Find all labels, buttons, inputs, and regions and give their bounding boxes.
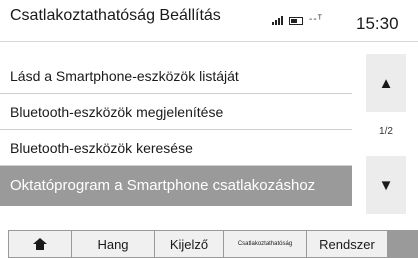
down-arrow-icon: ▼ — [378, 176, 394, 194]
list-item-smartphone-list[interactable]: Lásd a Smartphone-eszközök listáját — [0, 58, 352, 94]
tab-sound[interactable]: Hang — [72, 231, 154, 257]
tab-display[interactable]: Kijelző — [155, 231, 223, 257]
tab-connectivity[interactable]: Csatlakoztathatóság — [224, 231, 306, 257]
header-bar: Csatlakoztathatóság Beállítás --ᵀ 15:30 — [0, 0, 418, 50]
tab-system[interactable]: Rendszer — [307, 231, 387, 257]
menu-list: Lásd a Smartphone-eszközök listáját Blue… — [0, 58, 352, 206]
scroll-down-button[interactable]: ▼ — [366, 156, 406, 214]
battery-icon — [289, 17, 303, 25]
page-indicator: 1/2 — [379, 126, 393, 137]
up-arrow-icon: ▲ — [378, 74, 394, 92]
scroll-controls: ▲ 1/2 ▼ — [366, 54, 406, 214]
clock: 15:30 — [356, 14, 399, 33]
tab-home[interactable] — [9, 231, 71, 257]
bottom-tab-bar: Hang Kijelző Csatlakoztathatóság Rendsze… — [8, 230, 418, 258]
list-item-bluetooth-display[interactable]: Bluetooth-eszközök megjelenítése — [0, 94, 352, 130]
signal-icon — [272, 15, 283, 25]
home-icon — [33, 238, 47, 250]
antenna-icon: --ᵀ — [309, 14, 323, 25]
list-item-bluetooth-search[interactable]: Bluetooth-eszközök keresése — [0, 130, 352, 166]
list-item-smartphone-tutorial[interactable]: Oktatóprogram a Smartphone csatlakozásho… — [0, 166, 352, 206]
status-icons: --ᵀ — [272, 14, 323, 25]
page-title: Csatlakoztathatóság Beállítás — [10, 7, 221, 24]
scroll-up-button[interactable]: ▲ — [366, 54, 406, 112]
header-divider — [0, 41, 418, 42]
